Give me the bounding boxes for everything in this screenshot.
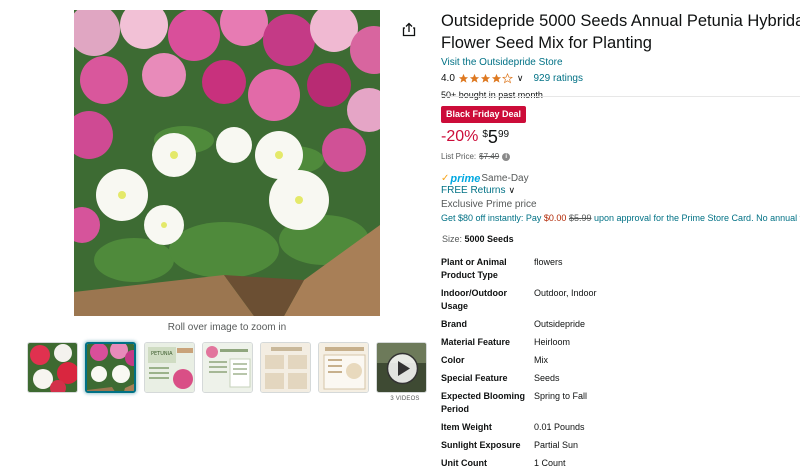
table-row: Brand Outsidepride [441,318,800,336]
spec-value: 0.01 Pounds [534,422,585,432]
prime-check-icon: ✓ [441,173,450,184]
card-offer-suffix: upon approval for the Prime Store Card. … [591,213,800,223]
prime-logo: prime [450,172,481,185]
same-day-label: Same-Day [481,173,529,184]
product-specs-table: Plant or Animal Product Type flowers Ind… [441,256,800,468]
thumbnail-red-white-petunias[interactable] [27,342,78,393]
size-selector: Size: 5000 Seeds [442,234,514,244]
spec-key: Color [441,355,465,365]
table-row: Plant or Animal Product Type flowers [441,256,800,287]
product-title: Outsidepride 5000 Seeds Annual Petunia H… [441,10,800,54]
table-row: Item Weight 0.01 Pounds [441,421,800,439]
table-row: Special Feature Seeds [441,372,800,390]
thumbnail-seed-packet-back[interactable] [202,342,253,393]
spec-key: Item Weight [441,422,492,432]
card-offer-new-price: $0.00 [543,213,567,223]
spec-value: flowers [534,257,563,267]
thumbnail-growing-chart[interactable] [318,342,369,393]
chevron-down-icon[interactable]: ∨ [517,73,524,84]
ratings-count-link[interactable]: 929 ratings [534,73,583,84]
spec-key: Special Feature [441,373,508,383]
exclusive-prime-price: Exclusive Prime price [441,199,537,210]
spec-key: Unit Count [441,458,487,468]
svg-text:PETUNIA: PETUNIA [151,351,173,357]
main-product-image[interactable] [74,10,380,316]
price-whole: 5 [487,127,498,147]
product-title-line1: Outsidepride 5000 Seeds Annual Petunia H… [441,12,800,30]
list-price-value: $7.49 [479,152,500,161]
price-row: -20% $ 5 99 [441,127,509,149]
star-icon [480,73,490,83]
free-returns-link[interactable]: FREE Returns ∨ [441,185,515,196]
spec-value: Outdoor, Indoor [534,288,597,298]
share-button[interactable] [399,19,419,39]
info-icon[interactable]: i [502,152,511,161]
spec-value: Spring to Fall [534,391,588,401]
spec-value: Seeds [534,373,560,383]
star-icon [469,73,479,83]
table-row: Material Feature Heirloom [441,336,800,354]
bought-count: 50+ bought in past month [441,90,543,100]
store-link[interactable]: Visit the Outsidepride Store [441,57,800,68]
table-row: Indoor/Outdoor Usage Outdoor, Indoor [441,287,800,318]
table-row: Color Mix [441,354,800,372]
star-rating[interactable] [458,72,513,84]
chevron-down-icon: ∨ [508,185,516,195]
spec-value: Partial Sun [534,440,579,450]
thumbnail-video[interactable] [376,342,427,393]
spec-value: Outsidepride [534,319,586,329]
size-value: 5000 Seeds [464,234,514,244]
spec-value: Mix [534,355,548,365]
discount-percent: -20% [441,128,479,145]
prime-row: ✓ prime Same-Day [441,172,529,185]
rating-number: 4.0 [441,72,455,84]
video-count: 3 VIDEOS [390,396,420,402]
thumbnail-petunia-planter[interactable] [85,342,136,393]
product-title-line2: Flower Seed Mix for Planting [441,34,652,52]
spec-value: 1 Count [534,458,566,468]
table-row: Expected Blooming Period Spring to Fall [441,390,800,421]
thumbnail-seed-packet-front[interactable]: PETUNIA [144,342,195,393]
card-offer-old-price: $5.99 [568,213,592,223]
table-row: Sunlight Exposure Partial Sun [441,439,800,457]
list-price-label: List Price: [441,152,477,161]
zoom-hint: Roll over image to zoom in [167,322,287,333]
spec-key: Brand [441,319,468,329]
spec-key: Expected Blooming Period [441,391,526,414]
spec-key: Plant or Animal Product Type [441,257,507,280]
star-empty-icon [501,72,513,83]
card-offer-link[interactable]: Get $80 off instantly: Pay $0.00 $5.99 u… [441,213,800,223]
list-price: List Price: $7.49 i [441,152,511,161]
size-label: Size: [442,234,463,244]
divider [441,96,800,97]
spec-key: Material Feature [441,337,511,347]
spec-value: Heirloom [534,337,571,347]
spec-key: Indoor/Outdoor Usage [441,288,507,311]
spec-key: Sunlight Exposure [441,440,521,450]
thumbnail-planting-guide[interactable] [260,342,311,393]
deal-badge: Black Friday Deal [441,106,527,123]
product-info: Outsidepride 5000 Seeds Annual Petunia H… [441,10,800,100]
table-row: Unit Count 1 Count [441,457,800,468]
free-returns-label: FREE Returns [441,185,506,196]
share-icon [402,22,416,36]
price-fraction: 99 [497,129,510,140]
rating-row: 4.0 ∨ 929 ratings [441,71,800,85]
star-icon [458,73,468,83]
star-icon [491,73,501,83]
card-offer-prefix: Get $80 off instantly: Pay [441,213,544,223]
